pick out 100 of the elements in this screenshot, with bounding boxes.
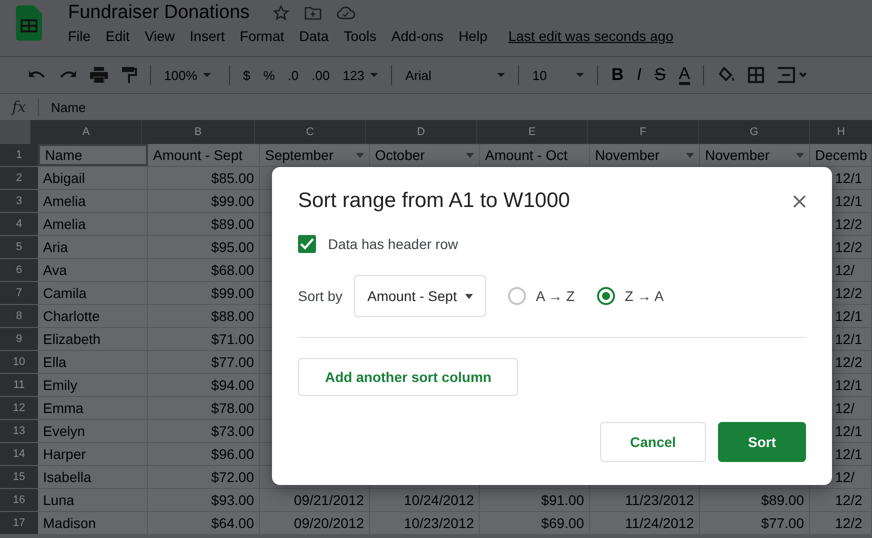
- cloud-icon[interactable]: [336, 5, 356, 21]
- row-number[interactable]: 14: [0, 443, 38, 465]
- table-cell: $72.00: [148, 466, 260, 488]
- menu-item[interactable]: Insert: [190, 28, 225, 44]
- menu-item[interactable]: Format: [240, 28, 284, 44]
- checkbox-label: Data has header row: [328, 236, 458, 252]
- menu-item[interactable]: File: [68, 28, 91, 44]
- currency-format-button[interactable]: $: [243, 68, 250, 82]
- table-cell: Elizabeth: [38, 328, 148, 350]
- add-sort-column-button[interactable]: Add another sort column: [298, 358, 518, 396]
- row-number[interactable]: 3: [0, 190, 38, 212]
- table-cell: Amelia: [38, 190, 148, 212]
- fill-color-icon[interactable]: [717, 67, 736, 83]
- table-cell: $78.00: [148, 397, 260, 419]
- table-cell: $93.00: [148, 489, 260, 511]
- star-icon[interactable]: [272, 4, 290, 22]
- table-cell: $77.00: [700, 512, 810, 534]
- table-cell: Abigail: [38, 167, 148, 189]
- table-cell: Harper: [38, 443, 148, 465]
- font-dropdown[interactable]: Arial: [405, 68, 506, 82]
- filter-caret-icon[interactable]: [466, 152, 474, 158]
- zoom-dropdown[interactable]: 100%: [164, 68, 216, 82]
- table-cell: $95.00: [148, 236, 260, 258]
- row-number[interactable]: 1: [0, 144, 38, 166]
- formula-field[interactable]: Name: [39, 100, 872, 114]
- table-cell: $99.00: [148, 190, 260, 212]
- table-cell: 11/23/2012: [590, 489, 700, 511]
- text-color-button[interactable]: A: [678, 66, 690, 84]
- last-edit-link[interactable]: Last edit was seconds ago: [508, 28, 674, 44]
- table-cell: 09/20/2012: [260, 512, 370, 534]
- italic-button[interactable]: I: [636, 65, 642, 85]
- menu-item[interactable]: Tools: [344, 28, 376, 44]
- row-number[interactable]: 10: [0, 351, 38, 373]
- print-icon[interactable]: [90, 67, 108, 83]
- table-cell: $85.00: [148, 167, 260, 189]
- table-cell: $69.00: [480, 512, 590, 534]
- cancel-button[interactable]: Cancel: [600, 422, 706, 462]
- percent-format-button[interactable]: %: [263, 68, 275, 82]
- row-number[interactable]: 2: [0, 167, 38, 189]
- row-number[interactable]: 7: [0, 282, 38, 304]
- table-cell: 11/24/2012: [590, 512, 700, 534]
- merge-cells-icon[interactable]: [777, 67, 808, 83]
- table-cell: $89.00: [700, 489, 810, 511]
- table-cell: 10/24/2012: [370, 489, 480, 511]
- table-cell: Charlotte: [38, 305, 148, 327]
- row-number[interactable]: 17: [0, 512, 38, 534]
- table-cell: $99.00: [148, 282, 260, 304]
- sort-column-dropdown[interactable]: Amount - Sept: [354, 275, 486, 317]
- close-icon[interactable]: [793, 194, 806, 208]
- document-title[interactable]: Fundraiser Donations: [68, 2, 250, 24]
- table-cell: 12/2: [810, 512, 872, 534]
- borders-icon[interactable]: [748, 67, 764, 83]
- row-number[interactable]: 8: [0, 305, 38, 327]
- filter-caret-icon[interactable]: [686, 152, 694, 158]
- folder-icon[interactable]: [304, 5, 322, 21]
- sort-order-radio[interactable]: [596, 287, 615, 305]
- sort-button[interactable]: Sort: [718, 422, 806, 462]
- menu-item[interactable]: Data: [299, 28, 329, 44]
- table-cell: $89.00: [148, 213, 260, 235]
- row-number[interactable]: 5: [0, 236, 38, 258]
- spreadsheet-logo-icon: [16, 5, 42, 41]
- table-cell: Decemb: [810, 144, 872, 166]
- row-number[interactable]: 16: [0, 489, 38, 511]
- menu-item[interactable]: Edit: [106, 28, 130, 44]
- strikethrough-button[interactable]: S: [654, 65, 666, 85]
- menu-item[interactable]: Add-ons: [391, 28, 444, 44]
- decrease-decimals-button[interactable]: .0: [288, 68, 299, 82]
- table-cell: October: [370, 144, 480, 166]
- row-number[interactable]: 13: [0, 420, 38, 442]
- table-cell: Emma: [38, 397, 148, 419]
- menu-item[interactable]: Help: [458, 28, 488, 44]
- table-cell: $77.00: [148, 351, 260, 373]
- font-size-dropdown[interactable]: 10: [532, 68, 584, 82]
- paint-format-icon[interactable]: [121, 66, 137, 84]
- table-cell: Camila: [38, 282, 148, 304]
- number-format-dropdown[interactable]: 123: [342, 68, 378, 82]
- table-cell: Isabella: [38, 466, 148, 488]
- dialog-title: Sort range from A1 to W1000: [298, 189, 570, 213]
- filter-caret-icon[interactable]: [356, 152, 364, 158]
- increase-decimals-button[interactable]: .00: [312, 68, 330, 82]
- table-cell: $71.00: [148, 328, 260, 350]
- header-row-checkbox[interactable]: [298, 235, 316, 253]
- row-number[interactable]: 12: [0, 397, 38, 419]
- table-cell: Amount - Oct: [480, 144, 590, 166]
- sort-order-radio[interactable]: [508, 287, 526, 305]
- row-number[interactable]: 15: [0, 466, 38, 488]
- row-number[interactable]: 11: [0, 374, 38, 396]
- table-cell: September: [260, 144, 370, 166]
- row-number[interactable]: 6: [0, 259, 38, 281]
- table-cell: 12/2: [810, 489, 872, 511]
- row-number[interactable]: 9: [0, 328, 38, 350]
- bold-button[interactable]: B: [611, 65, 624, 85]
- table-cell: November: [700, 144, 810, 166]
- filter-caret-icon[interactable]: [796, 152, 804, 158]
- sort-by-label: Sort by: [298, 288, 342, 304]
- table-cell: Amelia: [38, 213, 148, 235]
- table-cell: Ava: [38, 259, 148, 281]
- table-cell: $68.00: [148, 259, 260, 281]
- row-number[interactable]: 4: [0, 213, 38, 235]
- menu-item[interactable]: View: [144, 28, 175, 44]
